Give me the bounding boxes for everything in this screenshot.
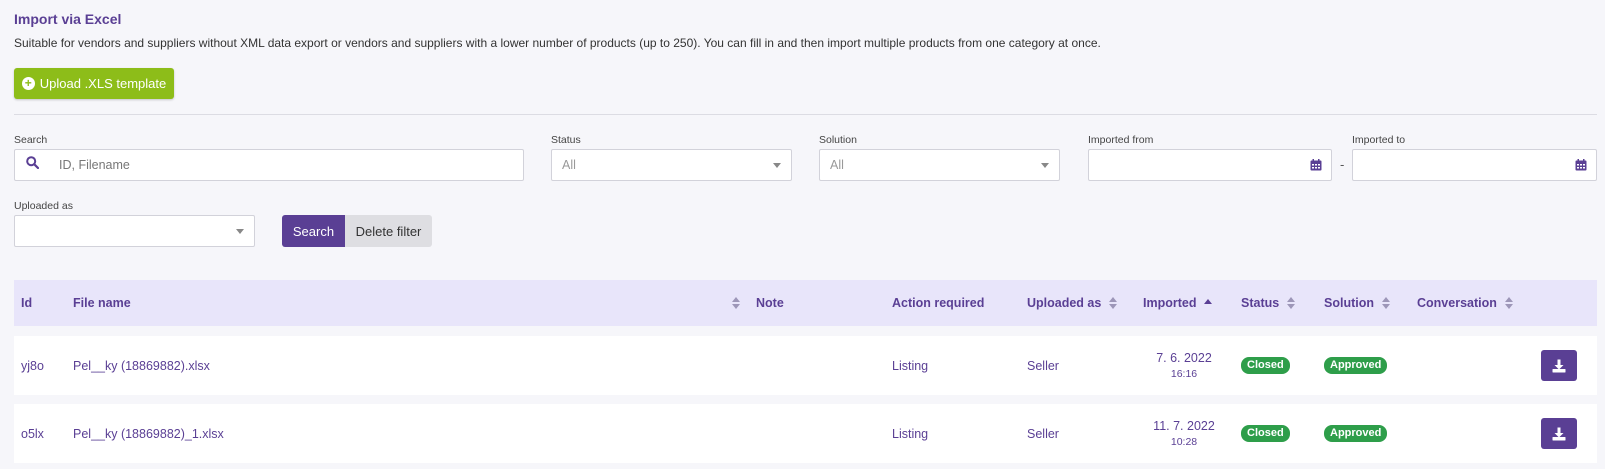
search-label: Search (14, 134, 48, 146)
sort-icon[interactable] (1287, 297, 1296, 309)
column-header-imported[interactable]: Imported (1143, 280, 1213, 326)
chevron-down-icon (1041, 163, 1049, 168)
status-select-value: All (562, 158, 576, 172)
row-imported: 7. 6. 2022 16:16 (1144, 336, 1224, 395)
sort-ascending-icon[interactable] (1204, 298, 1213, 304)
sort-icon[interactable] (1109, 297, 1118, 309)
row-id: yj8o (21, 358, 44, 373)
column-header-action-required-label: Action required (892, 296, 985, 310)
imported-from-date-input[interactable] (1088, 149, 1332, 181)
row-uploaded-as: Seller (1027, 426, 1059, 441)
column-header-file-name[interactable]: File name (73, 280, 741, 326)
solution-select[interactable]: All (819, 149, 1060, 181)
column-header-note: Note (756, 280, 784, 326)
table-row: yj8o Pel__ky (18869882).xlsx Listing Sel… (14, 336, 1597, 395)
section-description: Suitable for vendors and suppliers witho… (14, 36, 1101, 50)
search-input[interactable] (14, 149, 524, 181)
search-button[interactable]: Search (282, 215, 345, 247)
uploaded-as-label: Uploaded as (14, 200, 73, 212)
status-badge: Closed (1241, 357, 1290, 374)
row-action-required: Listing (892, 358, 929, 373)
column-header-action-required: Action required (892, 280, 984, 326)
chevron-down-icon (773, 163, 781, 168)
search-icon (26, 156, 39, 169)
table-row: o5lx Pel__ky (18869882)_1.xlsx Listing S… (14, 404, 1597, 463)
column-header-uploaded-as[interactable]: Uploaded as (1027, 280, 1118, 326)
solution-label: Solution (819, 134, 857, 146)
column-header-id-label: Id (21, 296, 33, 310)
column-header-note-label: Note (756, 296, 784, 310)
sort-icon[interactable] (1504, 297, 1514, 309)
sort-icon[interactable] (732, 297, 741, 309)
calendar-icon[interactable] (1575, 159, 1587, 171)
row-imported-date: 11. 7. 2022 (1153, 419, 1215, 433)
divider (14, 114, 1597, 115)
imported-from-label: Imported from (1088, 134, 1154, 146)
uploaded-as-select[interactable] (14, 215, 255, 247)
download-button[interactable] (1541, 350, 1577, 381)
row-file-name: Pel__ky (18869882)_1.xlsx (73, 426, 224, 441)
column-header-uploaded-as-label: Uploaded as (1027, 296, 1102, 310)
plus-circle-icon: + (21, 77, 35, 90)
sort-icon[interactable] (1382, 297, 1391, 309)
column-header-file-name-label: File name (73, 296, 131, 310)
row-imported: 11. 7. 2022 10:28 (1144, 404, 1224, 463)
solution-badge: Approved (1324, 425, 1388, 442)
row-imported-time: 10:28 (1170, 436, 1198, 448)
download-button[interactable] (1541, 418, 1577, 449)
row-file-name: Pel__ky (18869882).xlsx (73, 358, 210, 373)
delete-filter-button[interactable]: Delete filter (345, 215, 432, 247)
status-select[interactable]: All (551, 149, 792, 181)
row-action-required: Listing (892, 426, 929, 441)
column-header-id: Id (21, 280, 32, 326)
table-header: Id File name Note Action required Upload… (14, 280, 1597, 326)
column-header-solution-label: Solution (1324, 296, 1374, 310)
upload-button-label: Upload .XLS template (39, 76, 167, 91)
row-imported-date: 7. 6. 2022 (1156, 351, 1212, 365)
download-icon (1552, 359, 1566, 372)
solution-badge: Approved (1324, 357, 1388, 374)
download-icon (1552, 427, 1566, 440)
chevron-down-icon (236, 229, 244, 234)
column-header-imported-label: Imported (1143, 296, 1197, 310)
column-header-conversation-label: Conversation (1417, 296, 1497, 310)
row-id: o5lx (21, 426, 44, 441)
row-imported-time: 16:16 (1170, 368, 1198, 380)
status-badge: Closed (1241, 425, 1290, 442)
column-header-status[interactable]: Status (1241, 280, 1296, 326)
imported-to-label: Imported to (1352, 134, 1406, 146)
upload-xls-template-button[interactable]: + Upload .XLS template (14, 68, 174, 99)
row-uploaded-as: Seller (1027, 358, 1059, 373)
imported-to-date-input[interactable] (1352, 149, 1597, 181)
column-header-conversation[interactable]: Conversation (1417, 280, 1514, 326)
column-header-solution[interactable]: Solution (1324, 280, 1391, 326)
date-range-separator: - (1340, 157, 1345, 172)
column-header-status-label: Status (1241, 296, 1280, 310)
section-title: Import via Excel (14, 11, 122, 27)
calendar-icon[interactable] (1310, 159, 1322, 171)
solution-select-value: All (830, 158, 844, 172)
status-label: Status (551, 134, 581, 146)
